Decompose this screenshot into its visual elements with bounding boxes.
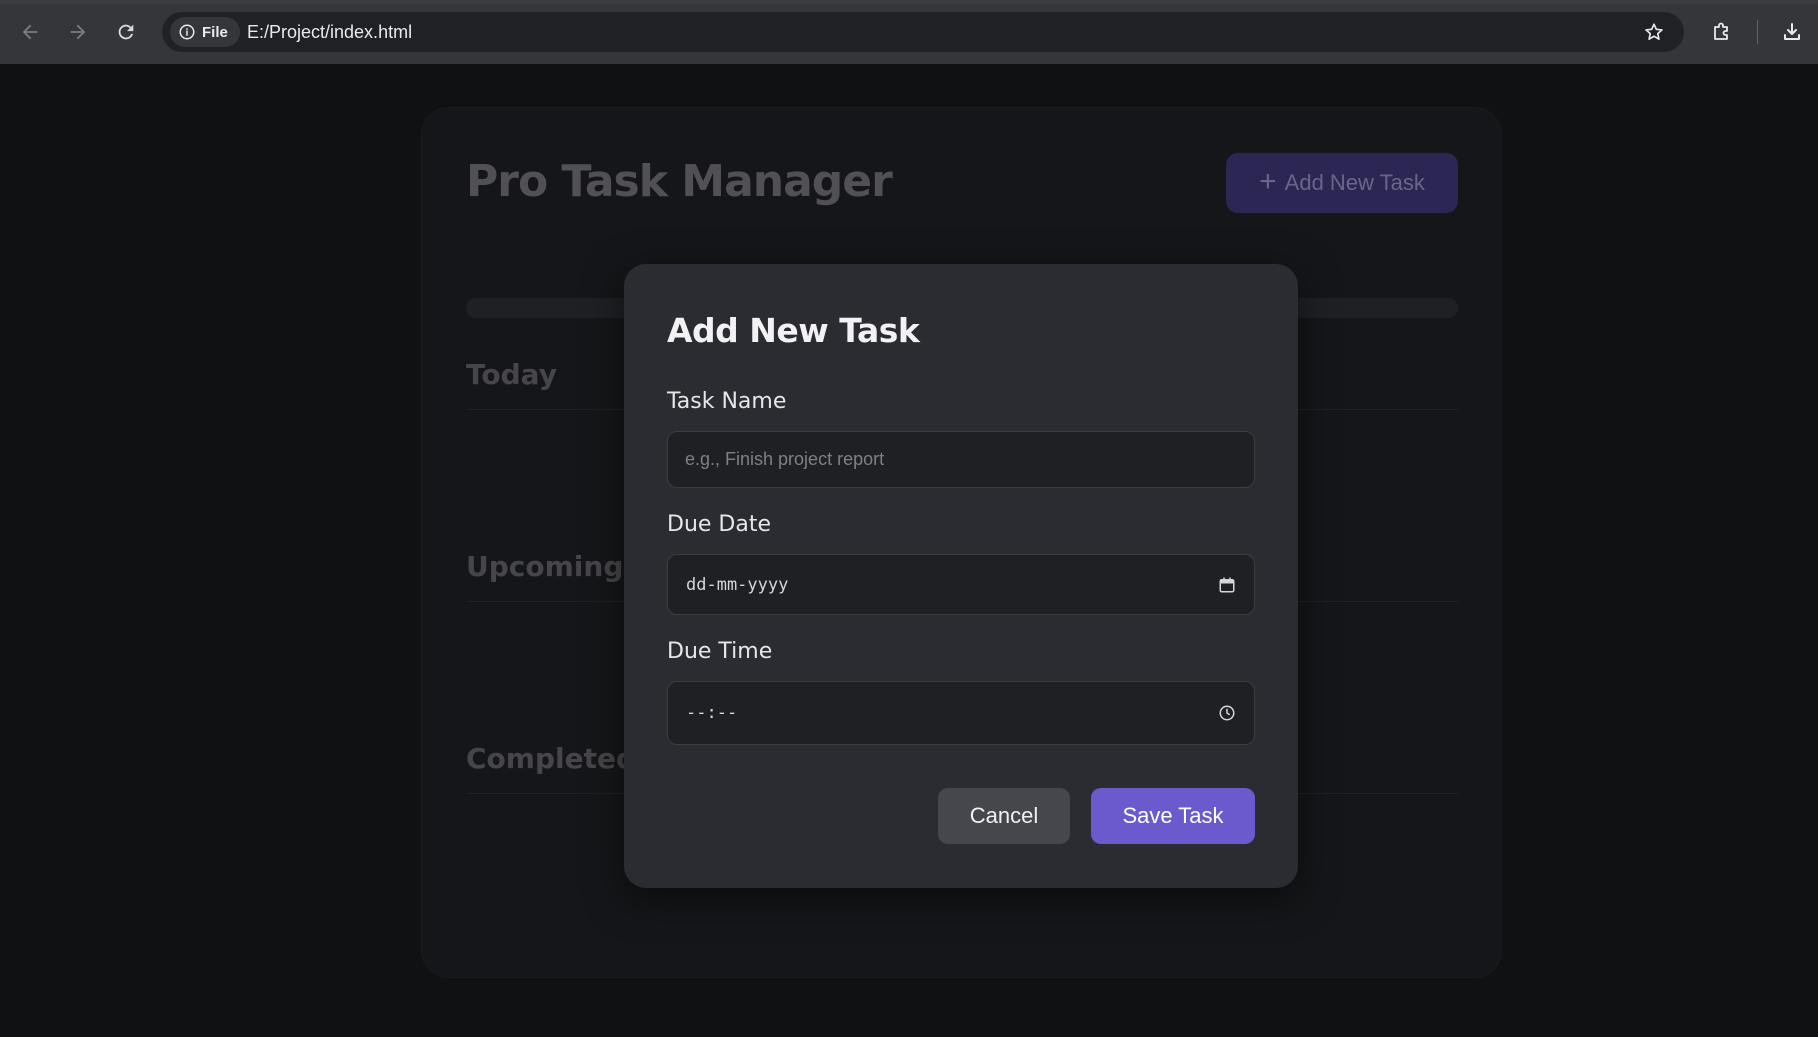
due-date-field[interactable]: dd-mm-yyyy [667,554,1255,615]
reload-button[interactable] [108,14,144,50]
due-time-label: Due Time [667,639,773,664]
task-name-field[interactable] [667,431,1255,488]
modal-title: Add New Task [667,311,920,350]
downloads-button[interactable] [1772,12,1812,52]
due-time-value: --:-- [686,703,738,723]
reload-icon [118,24,134,40]
browser-toolbar: File E:/Project/index.html [0,0,1818,64]
file-chip-label: File [202,23,228,41]
due-date-value: dd-mm-yyyy [686,574,789,595]
puzzle-icon [1714,22,1728,40]
star-icon [1645,23,1663,40]
arrow-right-icon [70,24,86,40]
site-info-chip[interactable]: File [170,17,240,47]
extensions-button[interactable] [1702,12,1742,52]
toolbar-divider [1757,20,1758,44]
task-name-input[interactable] [668,432,1254,487]
download-icon [1784,23,1800,40]
forward-button[interactable] [60,14,96,50]
add-task-modal: Add New Task Task Name Due Date dd-mm-yy… [624,264,1298,888]
cancel-button[interactable]: Cancel [938,788,1070,844]
bookmark-button[interactable] [1636,12,1672,52]
info-icon [179,24,195,40]
tab-strip-edge [0,0,1818,4]
due-date-label: Due Date [667,512,771,537]
save-task-button[interactable]: Save Task [1091,788,1255,844]
url-text[interactable]: E:/Project/index.html [247,22,412,43]
back-button[interactable] [12,14,48,50]
task-name-label: Task Name [667,389,787,414]
due-time-field[interactable]: --:-- [667,681,1255,745]
calendar-icon[interactable] [1218,576,1236,594]
address-bar[interactable]: File E:/Project/index.html [162,12,1684,52]
clock-icon[interactable] [1218,704,1236,722]
arrow-left-icon [22,24,38,40]
